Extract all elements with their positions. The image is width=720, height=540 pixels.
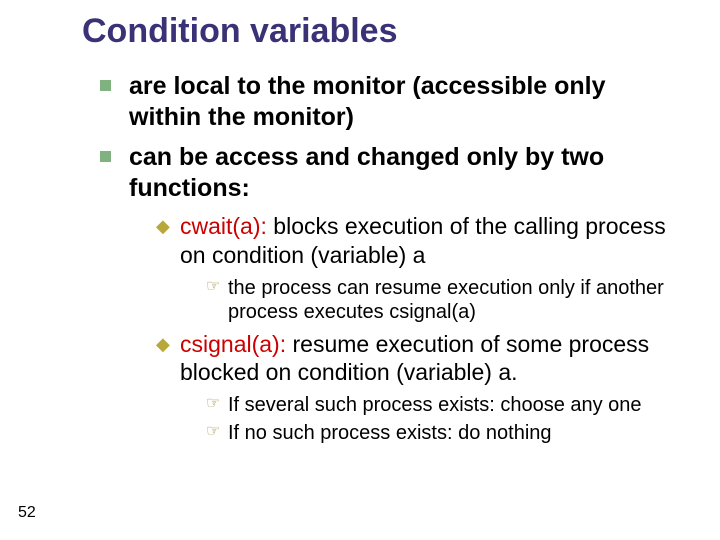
list-item: are local to the monitor (accessible onl… — [100, 71, 680, 134]
sub-bullet-icon: ☞ — [206, 393, 222, 417]
list-item: ◆ cwait(a): blocks execution of the call… — [156, 212, 680, 270]
list-item: can be access and changed only by two fu… — [100, 142, 680, 205]
lvl1-text: are local to the monitor (accessible onl… — [129, 71, 680, 134]
diamond-bullet-icon: ◆ — [156, 330, 170, 388]
square-bullet-icon — [100, 151, 111, 162]
slide: Condition variables are local to the mon… — [0, 0, 720, 445]
term-cwait: cwait(a): — [180, 213, 267, 239]
diamond-bullet-icon: ◆ — [156, 212, 170, 270]
page-title: Condition variables — [82, 12, 680, 51]
lvl3-text: the process can resume execution only if… — [228, 276, 680, 324]
page-number: 52 — [18, 504, 36, 522]
term-csignal: csignal(a): — [180, 331, 286, 357]
lvl2-text: cwait(a): blocks execution of the callin… — [180, 212, 680, 270]
lvl2-text: csignal(a): resume execution of some pro… — [180, 330, 680, 388]
square-bullet-icon — [100, 80, 111, 91]
list-item: ☞ If no such process exists: do nothing — [206, 421, 680, 445]
sub-bullet-icon: ☞ — [206, 421, 222, 445]
sub-bullet-icon: ☞ — [206, 276, 222, 324]
lvl3-text: If no such process exists: do nothing — [228, 421, 552, 445]
lvl3-text: If several such process exists: choose a… — [228, 393, 642, 417]
list-item: ◆ csignal(a): resume execution of some p… — [156, 330, 680, 388]
list-item: ☞ If several such process exists: choose… — [206, 393, 680, 417]
lvl1-text: can be access and changed only by two fu… — [129, 142, 680, 205]
list-item: ☞ the process can resume execution only … — [206, 276, 680, 324]
